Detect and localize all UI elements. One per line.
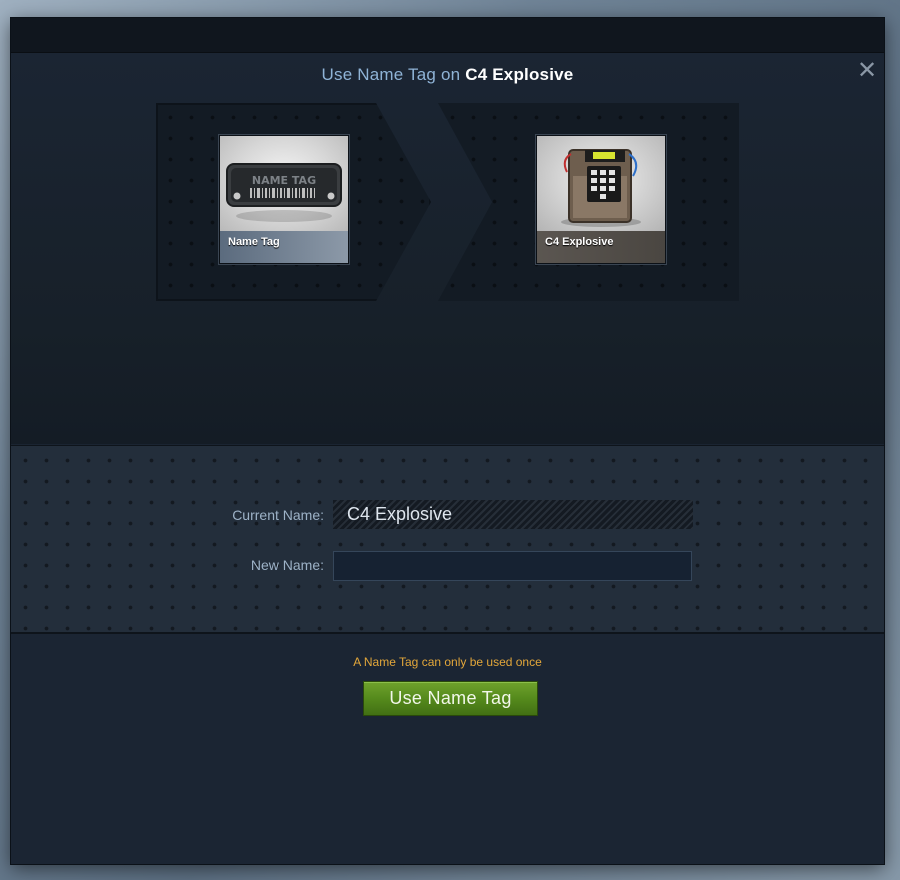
new-name-input[interactable] [333,551,692,581]
single-use-warning: A Name Tag can only be used once [353,655,542,669]
new-name-label: New Name: [250,557,324,573]
title-prefix: Use Name Tag on [321,65,466,84]
title-item-name: C4 Explosive [465,65,574,84]
name-tag-card-label: Name Tag [220,231,348,263]
name-tag-image-text: NAME TAG [252,174,316,187]
c4-explosive-card: C4 Explosive [536,135,666,264]
c4-explosive-icon [561,149,641,227]
c4-explosive-card-label: C4 Explosive [537,231,665,263]
name-tag-image: NAME TAG [220,136,348,231]
close-icon[interactable]: ✕ [856,59,878,83]
name-tag-dialog: Use Name Tag on C4 Explosive ✕ NAME TAG … [11,18,884,864]
rename-form-area [11,445,884,634]
use-name-tag-button[interactable]: Use Name Tag [363,681,538,716]
name-tag-card: NAME TAG Name Tag [219,135,349,264]
dialog-top-bar [11,18,884,53]
dialog-title: Use Name Tag on C4 Explosive [11,65,884,85]
current-name-value: C4 Explosive [333,500,693,529]
current-name-label: Current Name: [232,507,324,523]
name-tag-icon: NAME TAG [226,163,342,222]
c4-explosive-image [537,136,665,231]
